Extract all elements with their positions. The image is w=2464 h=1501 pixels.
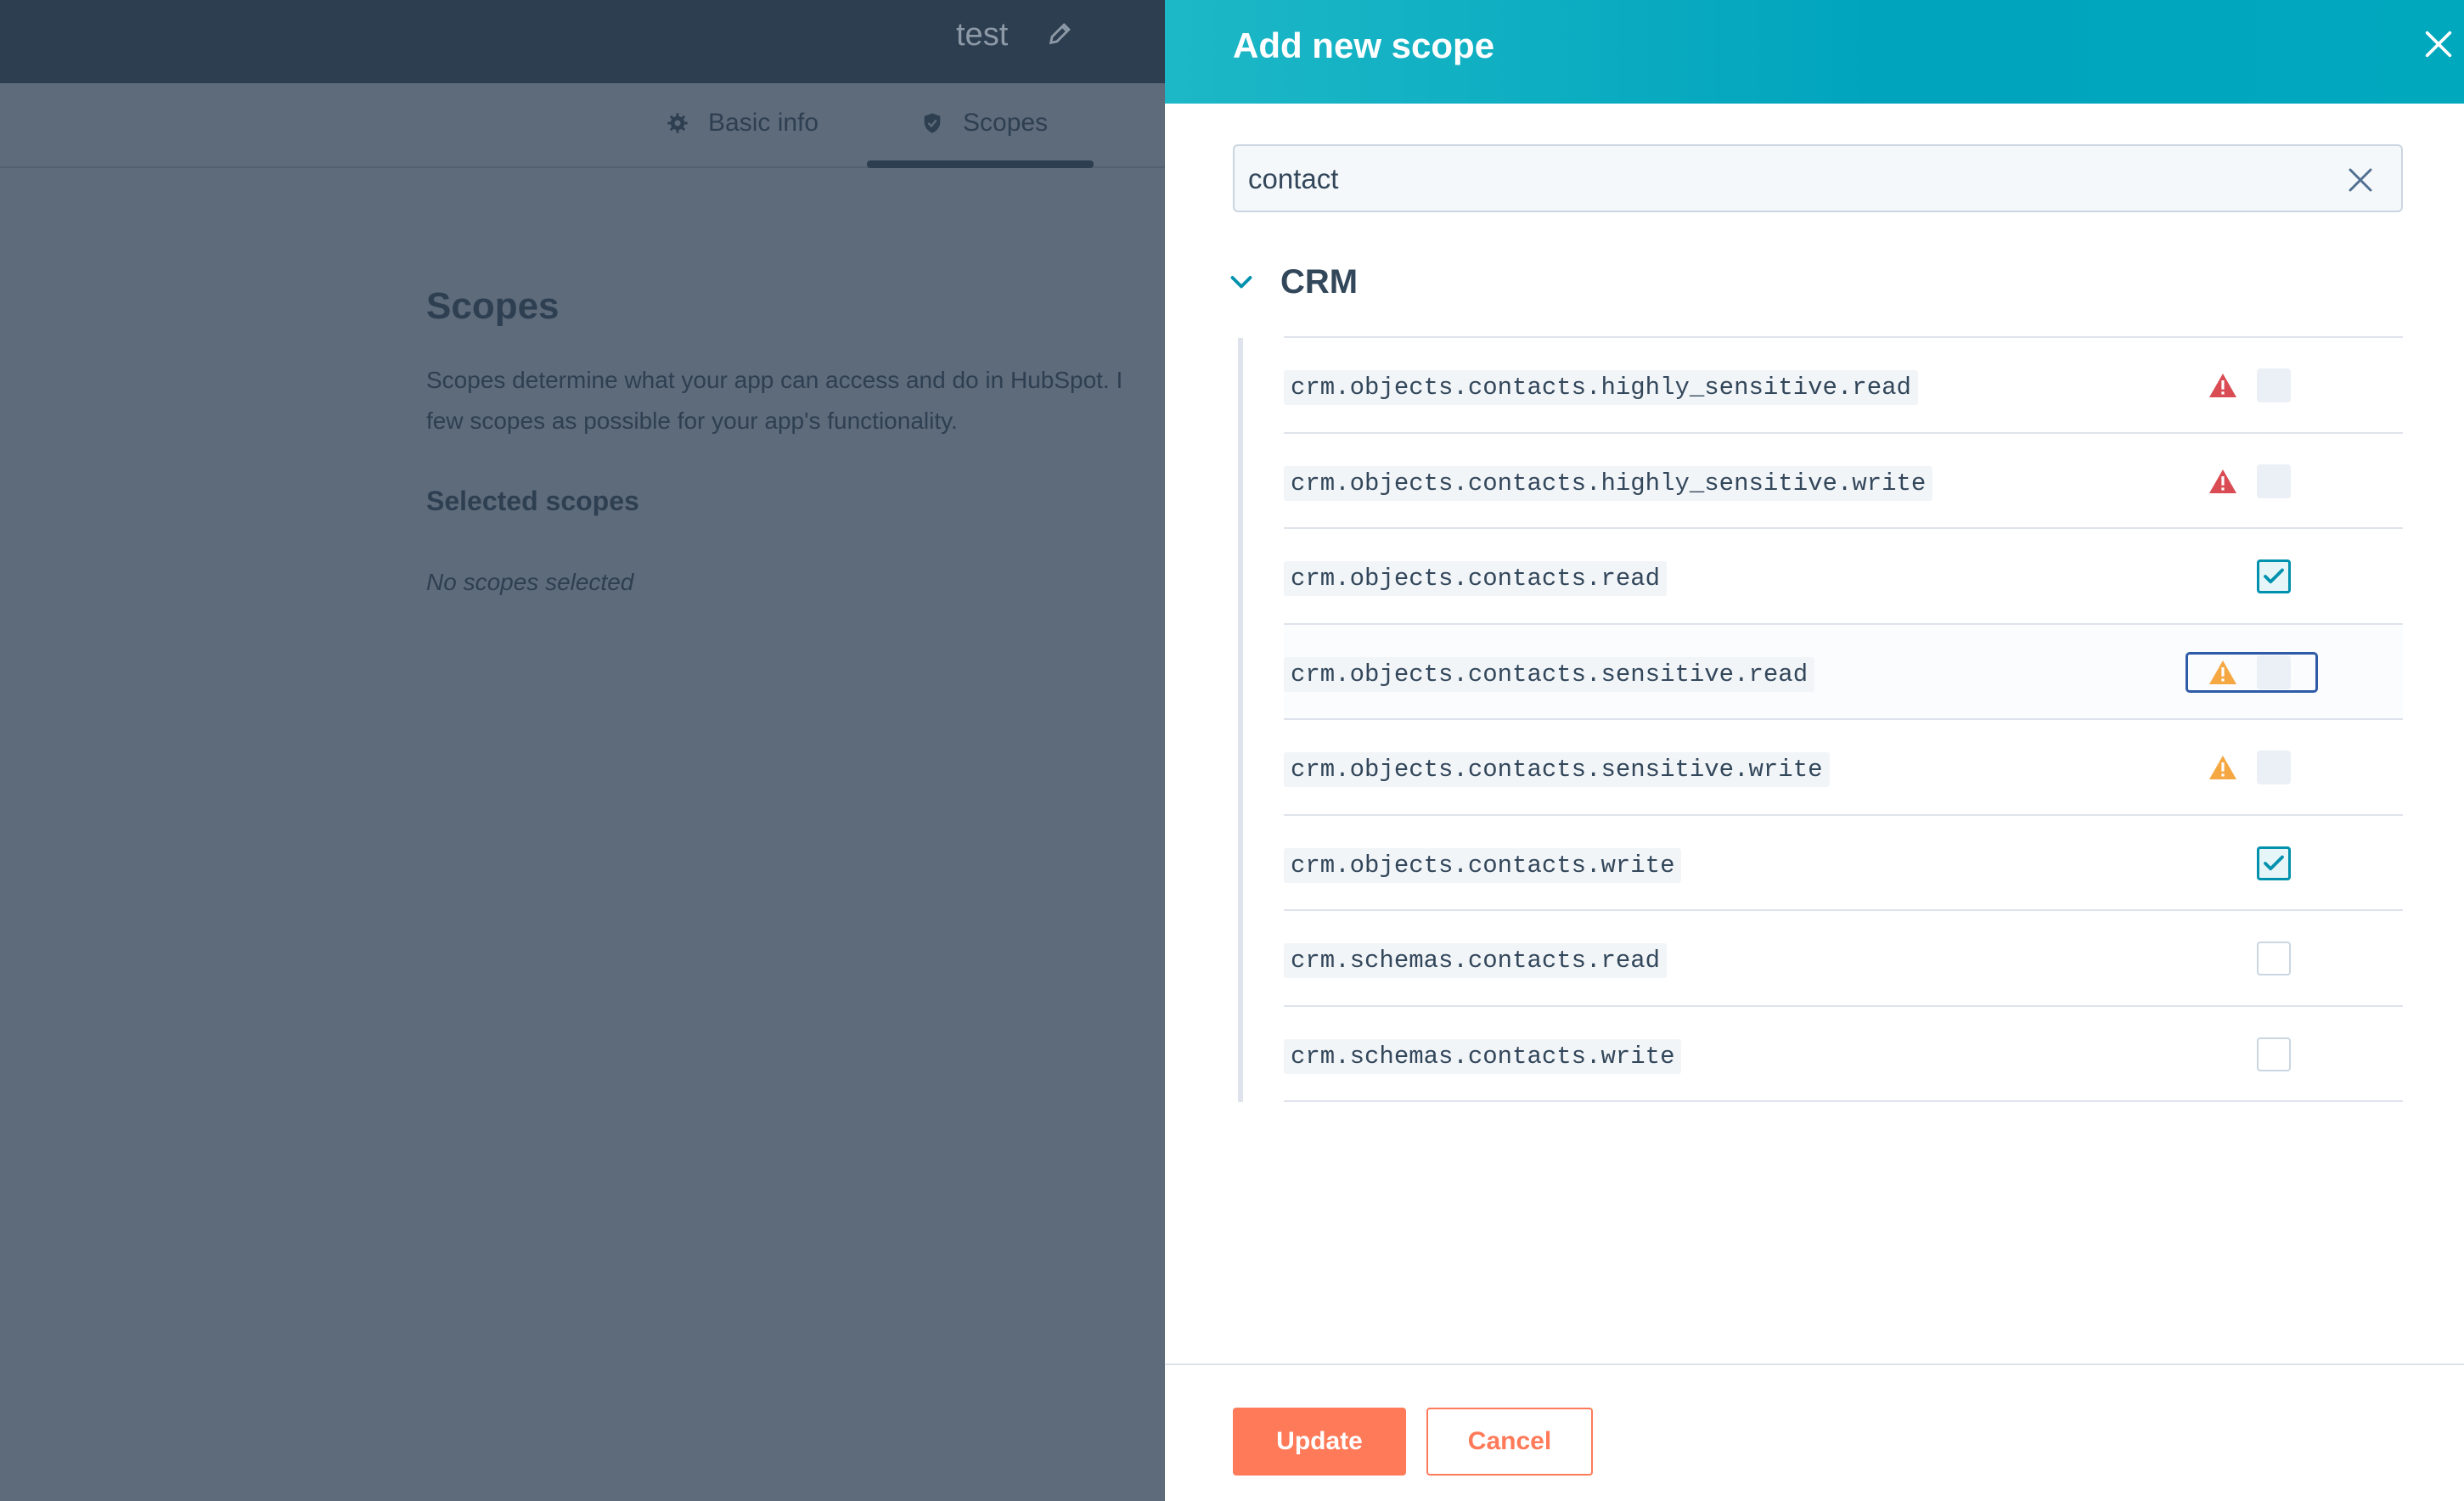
- search-value[interactable]: contact: [1248, 163, 1338, 195]
- scope-row: crm.schemas.contacts.write: [1284, 1007, 2403, 1102]
- checkmark-icon: [2264, 855, 2284, 870]
- tab-label: Scopes: [963, 109, 1049, 137]
- group-label: CRM: [1280, 263, 1359, 301]
- panel-footer: Update Cancel: [1165, 1363, 2464, 1501]
- focus-ring: [2186, 651, 2318, 693]
- description-line: few scopes as possible for your app's fu…: [426, 408, 958, 434]
- scope-row: crm.objects.contacts.highly_sensitive.wr…: [1284, 434, 2403, 529]
- close-icon[interactable]: [2422, 27, 2456, 61]
- scope-checkbox[interactable]: [2257, 1037, 2291, 1071]
- panel-header: Add new scope: [1165, 0, 2464, 104]
- scope-name: crm.schemas.contacts.read: [1284, 943, 1668, 978]
- app-header: test: [0, 0, 1165, 83]
- scope-row: crm.schemas.contacts.read: [1284, 911, 2403, 1007]
- scope-row: crm.objects.contacts.write: [1284, 816, 2403, 911]
- scope-row: crm.objects.contacts.read: [1284, 529, 2403, 625]
- update-button[interactable]: Update: [1233, 1408, 1406, 1476]
- chevron-down-icon[interactable]: [1226, 267, 1257, 298]
- tab-bar: Basic info Scopes: [0, 83, 1165, 217]
- add-scope-panel: Add new scope contact CRM crm.objects.co…: [1165, 0, 2464, 1501]
- scope-checkbox[interactable]: [2257, 368, 2291, 402]
- scope-checkbox[interactable]: [2257, 655, 2291, 689]
- scope-name: crm.objects.contacts.write: [1284, 847, 1682, 883]
- scope-row: crm.objects.contacts.highly_sensitive.re…: [1284, 338, 2403, 434]
- scope-checkbox[interactable]: [2257, 942, 2291, 975]
- empty-state-text: No scopes selected: [426, 569, 634, 595]
- description-line: Scopes determine what your app can acces…: [426, 367, 1123, 393]
- warning-icon: [2209, 469, 2236, 493]
- checkmark-icon: [2264, 568, 2284, 584]
- warning-icon: [2209, 660, 2236, 684]
- panel-title: Add new scope: [1233, 25, 1495, 65]
- tab-basic-info[interactable]: Basic info: [666, 109, 819, 138]
- page-title: Scopes: [426, 285, 560, 327]
- scope-checkbox[interactable]: [2257, 750, 2291, 784]
- cancel-button[interactable]: Cancel: [1426, 1408, 1593, 1476]
- shield-icon: [924, 113, 941, 133]
- tab-label: Basic info: [708, 109, 819, 137]
- crm-group-toggle[interactable]: CRM: [1226, 263, 1358, 301]
- gear-icon: [667, 113, 688, 133]
- tab-scopes[interactable]: Scopes: [920, 109, 1048, 138]
- group-indent-line: [1238, 338, 1243, 1102]
- warning-icon: [2209, 756, 2236, 779]
- clear-search-icon[interactable]: [2345, 165, 2376, 195]
- active-tab-indicator: [867, 160, 1094, 168]
- selected-scopes-heading: Selected scopes: [426, 486, 639, 516]
- scope-name: crm.schemas.contacts.write: [1284, 1038, 1682, 1074]
- search-input[interactable]: contact: [1233, 144, 2403, 212]
- scope-name: crm.objects.contacts.highly_sensitive.wr…: [1284, 465, 1933, 501]
- scope-name: crm.objects.contacts.read: [1284, 561, 1668, 596]
- scope-row: crm.objects.contacts.sensitive.write: [1284, 720, 2403, 816]
- scope-checkbox[interactable]: [2257, 559, 2291, 593]
- scope-name: crm.objects.contacts.highly_sensitive.re…: [1284, 370, 1918, 405]
- scopes-description: Scopes determine what your app can acces…: [426, 360, 1173, 441]
- scope-list: crm.objects.contacts.highly_sensitive.re…: [1284, 336, 2403, 1102]
- scope-name: crm.objects.contacts.sensitive.write: [1284, 752, 1830, 787]
- scope-checkbox[interactable]: [2257, 846, 2291, 880]
- pencil-icon[interactable]: [1046, 19, 1075, 48]
- scope-name: crm.objects.contacts.sensitive.read: [1284, 656, 1815, 692]
- scope-checkbox[interactable]: [2257, 464, 2291, 498]
- scope-row: crm.objects.contacts.sensitive.read: [1284, 624, 2403, 720]
- app-title: test: [956, 17, 1009, 53]
- warning-icon: [2209, 374, 2236, 397]
